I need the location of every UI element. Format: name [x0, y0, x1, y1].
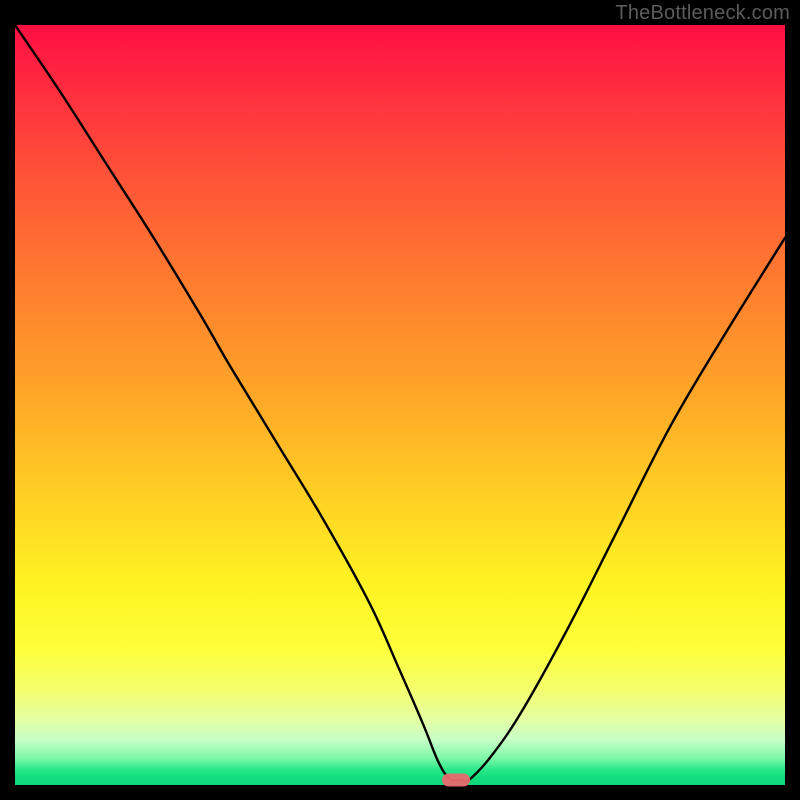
curve-svg: [15, 25, 785, 785]
optimal-marker: [442, 773, 470, 786]
plot-area: [15, 25, 785, 785]
bottleneck-curve-path: [15, 25, 785, 782]
watermark-text: TheBottleneck.com: [615, 2, 790, 25]
chart-frame: TheBottleneck.com: [0, 0, 800, 800]
